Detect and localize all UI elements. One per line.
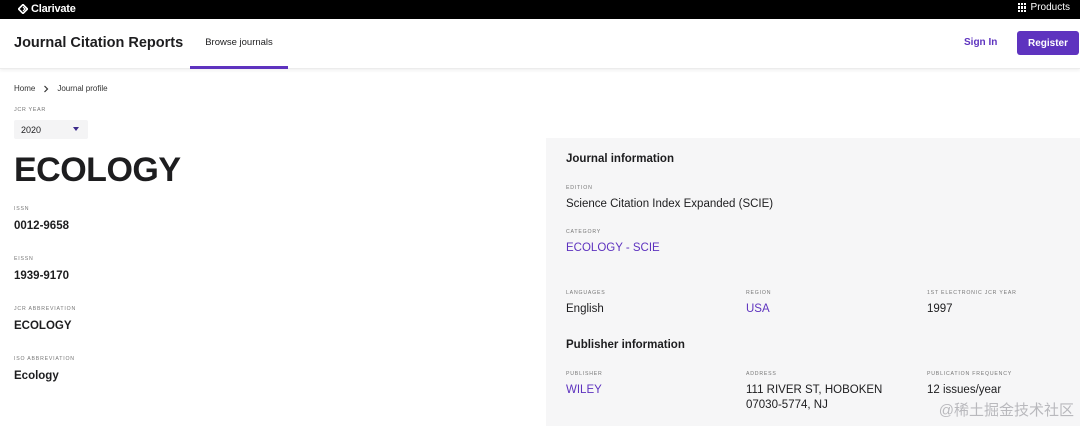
jcr-abbreviation-value: ECOLOGY	[14, 320, 72, 332]
first-electronic-year-label: 1ST ELECTRONIC JCR YEAR	[927, 290, 1017, 296]
clarivate-logo-icon	[18, 4, 28, 14]
region-label: REGION	[746, 290, 772, 296]
sign-in-link[interactable]: Sign In	[964, 37, 997, 48]
address-line-1: 111 RIVER ST, HOBOKEN	[746, 384, 883, 396]
watermark: @稀土掘金技术社区	[938, 402, 1074, 419]
publisher-information-heading: Publisher information	[566, 339, 685, 351]
eissn-label: EISSN	[14, 256, 34, 262]
publication-frequency-value: 12 issues/year	[927, 384, 1002, 396]
grid-icon	[1017, 3, 1027, 12]
products-label: Products	[1030, 2, 1070, 13]
first-electronic-year-value: 1997	[927, 303, 953, 315]
category-link[interactable]: ECOLOGY - SCIE	[566, 242, 660, 254]
jcr-abbreviation-label: JCR ABBREVIATION	[14, 306, 76, 312]
chevron-right-icon	[44, 85, 49, 92]
region-link[interactable]: USA	[746, 303, 770, 315]
app-header: Journal Citation Reports Browse journals…	[0, 19, 1080, 69]
edition-value: Science Citation Index Expanded (SCIE)	[566, 198, 774, 210]
breadcrumb: Home Journal profile	[14, 84, 108, 93]
caret-down-icon	[73, 127, 79, 131]
app-title[interactable]: Journal Citation Reports	[14, 35, 183, 51]
category-label: CATEGORY	[566, 229, 602, 235]
languages-value: English	[566, 303, 604, 315]
publisher-label: PUBLISHER	[566, 371, 603, 377]
jcr-year-value: 2020	[21, 124, 42, 135]
breadcrumb-home[interactable]: Home	[14, 84, 35, 93]
register-button[interactable]: Register	[1017, 31, 1079, 55]
jcr-year-select[interactable]: 2020	[14, 120, 88, 139]
publication-frequency-label: PUBLICATION FREQUENCY	[927, 371, 1013, 377]
iso-abbreviation-value: Ecology	[14, 370, 59, 382]
tab-browse-journals[interactable]: Browse journals	[190, 19, 288, 69]
brand-label: Clarivate	[31, 3, 76, 15]
eissn-value: 1939-9170	[14, 270, 69, 282]
breadcrumb-current: Journal profile	[57, 84, 108, 93]
jcr-year-label: JCR YEAR	[14, 107, 46, 113]
products-menu[interactable]: Products	[1017, 2, 1070, 13]
journal-title: ECOLOGY	[14, 151, 181, 189]
address-line-2: 07030-5774, NJ	[746, 399, 828, 411]
journal-information-panel: Journal information EDITION Science Cita…	[546, 138, 1080, 426]
top-bar: Clarivate Products	[0, 0, 1080, 19]
address-label: ADDRESS	[746, 371, 777, 377]
edition-label: EDITION	[566, 185, 593, 191]
iso-abbreviation-label: ISO ABBREVIATION	[14, 356, 75, 362]
issn-value: 0012-9658	[14, 220, 69, 232]
journal-information-heading: Journal information	[566, 153, 674, 165]
clarivate-brand[interactable]: Clarivate	[18, 3, 76, 15]
languages-label: LANGUAGES	[566, 290, 606, 296]
publisher-link[interactable]: WILEY	[566, 384, 602, 396]
issn-label: ISSN	[14, 206, 30, 212]
